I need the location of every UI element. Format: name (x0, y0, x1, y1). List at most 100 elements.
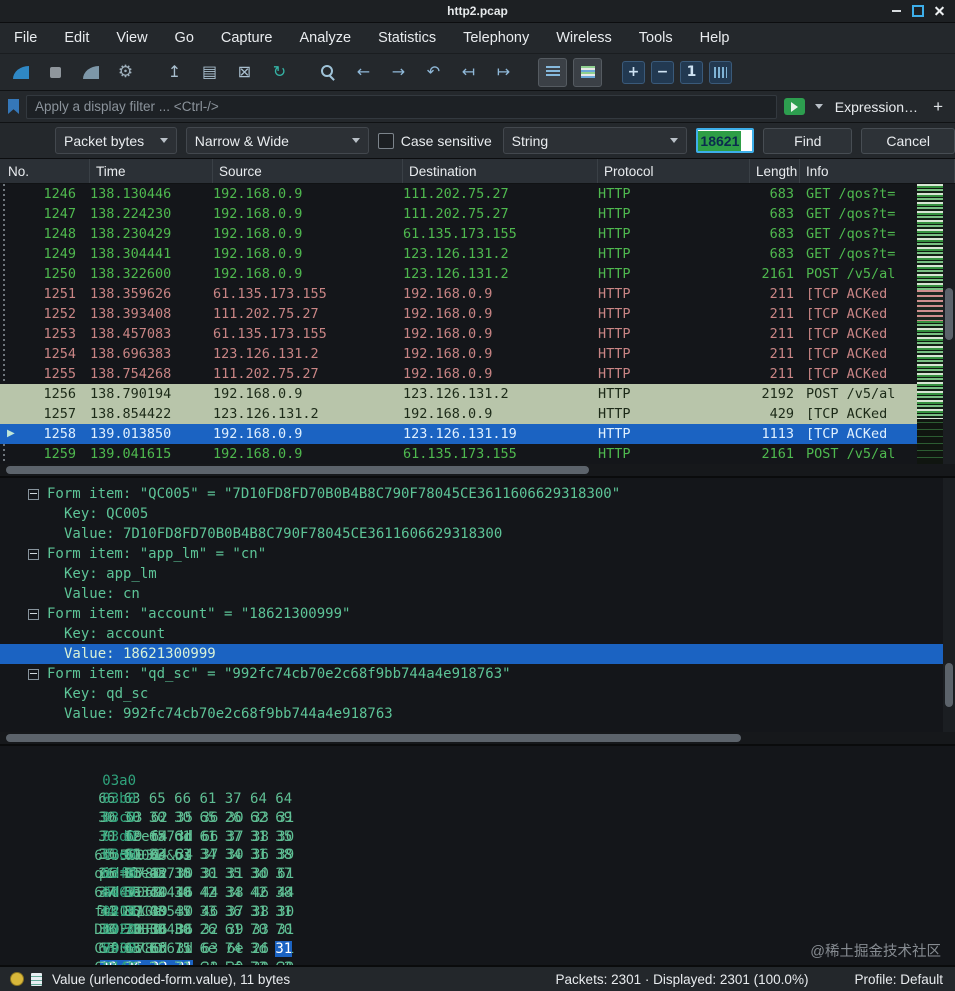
maximize-icon[interactable] (907, 2, 929, 20)
packet-row[interactable]: 1259 139.041615 192.168.0.9 61.135.173.1… (0, 444, 917, 464)
find-input[interactable]: 18621 (696, 128, 755, 153)
filter-dropdown-icon[interactable] (812, 104, 826, 109)
go-first-packet-icon[interactable]: ↤ (454, 58, 483, 87)
details-hscrollbar[interactable] (0, 732, 955, 744)
collapse-expander-icon[interactable] (28, 488, 39, 500)
go-to-packet-icon[interactable]: ↶ (419, 58, 448, 87)
column-header-protocol[interactable]: Protocol (598, 159, 750, 183)
scrollbar-handle[interactable] (6, 466, 589, 474)
collapse-expander-icon[interactable] (28, 668, 39, 680)
packet-row[interactable]: 1253 138.457083 61.135.173.155 192.168.0… (0, 324, 917, 344)
packet-list-vscrollbar[interactable] (943, 184, 955, 464)
toolbar-separator[interactable] (300, 59, 308, 86)
stop-capture-icon[interactable] (41, 58, 70, 87)
scrollbar-handle[interactable] (945, 663, 953, 707)
detail-row[interactable]: Form item: "QC005" = "7D10FD8FD70B0B4B8C… (0, 484, 955, 504)
close-file-icon[interactable]: ⊠ (230, 58, 259, 87)
detail-row[interactable]: Value: cn (0, 584, 955, 604)
column-header-source[interactable]: Source (213, 159, 403, 183)
column-header-time[interactable]: Time (90, 159, 213, 183)
open-file-icon[interactable]: ↥ (160, 58, 189, 87)
colorize-icon[interactable] (573, 57, 602, 87)
column-header-no[interactable]: No. (0, 159, 90, 183)
menu-item[interactable]: File (14, 30, 37, 46)
find-button[interactable]: Find (763, 127, 853, 154)
packet-row[interactable]: 1256 138.790194 192.168.0.9 123.126.131.… (0, 384, 917, 404)
menu-item[interactable]: Telephony (463, 30, 529, 46)
close-icon[interactable] (929, 2, 951, 20)
detail-row[interactable]: Form item: "account" = "18621300999" (0, 604, 955, 624)
toolbar-separator[interactable] (608, 59, 616, 86)
menu-item[interactable]: Go (175, 30, 194, 46)
detail-row[interactable]: Form item: "app_lm" = "cn" (0, 544, 955, 564)
packet-row[interactable]: 1247 138.224230 192.168.0.9 111.202.75.2… (0, 204, 917, 224)
save-file-icon[interactable]: ▤ (195, 58, 224, 87)
minimize-icon[interactable] (885, 2, 907, 20)
packet-row[interactable]: 1257 138.854422 123.126.131.2 192.168.0.… (0, 404, 917, 424)
start-capture-icon[interactable] (6, 58, 35, 87)
packet-row[interactable]: 1252 138.393408 111.202.75.27 192.168.0.… (0, 304, 917, 324)
collapse-expander-icon[interactable] (28, 548, 39, 560)
menu-item[interactable]: Analyze (299, 30, 351, 46)
detail-row[interactable]: Key: account (0, 624, 955, 644)
column-header-length[interactable]: Length (750, 159, 800, 183)
hex-row[interactable]: 03a0 66 63 65 66 61 37 64 64 36 63 62 35… (0, 753, 955, 864)
packet-row[interactable]: 1255 138.754268 111.202.75.27 192.168.0.… (0, 364, 917, 384)
detail-row[interactable]: Key: QC005 (0, 504, 955, 524)
capture-comment-icon[interactable] (31, 972, 42, 986)
go-last-packet-icon[interactable]: ↦ (489, 58, 518, 87)
packet-row[interactable]: 1250 138.322600 192.168.0.9 123.126.131.… (0, 264, 917, 284)
expert-info-icon[interactable] (10, 972, 24, 986)
go-forward-icon[interactable]: → (384, 58, 413, 87)
menu-item[interactable]: Capture (221, 30, 273, 46)
packet-row[interactable]: 1246 138.130446 192.168.0.9 111.202.75.2… (0, 184, 917, 204)
menu-item[interactable]: Wireless (556, 30, 612, 46)
capture-options-icon[interactable]: ⚙ (111, 58, 140, 87)
zoom-out-icon[interactable]: − (651, 60, 674, 84)
auto-scroll-icon[interactable] (538, 57, 567, 87)
packet-row[interactable]: 1251 138.359626 61.135.173.155 192.168.0… (0, 284, 917, 304)
cancel-button[interactable]: Cancel (861, 127, 955, 154)
reload-icon[interactable]: ↻ (265, 58, 294, 87)
detail-row[interactable]: Value: 992fc74cb70e2c68f9bb744a4e918763 (0, 704, 955, 724)
expression-button[interactable]: Expression… (835, 99, 918, 115)
profile-text[interactable]: Profile: Default (854, 972, 943, 987)
zoom-in-icon[interactable]: + (622, 60, 645, 84)
scrollbar-handle[interactable] (6, 734, 742, 742)
menu-item[interactable]: Statistics (378, 30, 436, 46)
find-packet-icon[interactable] (314, 58, 343, 87)
menu-item[interactable]: Tools (639, 30, 673, 46)
details-vscrollbar[interactable] (943, 478, 955, 732)
column-header-info[interactable]: Info (800, 159, 955, 183)
menu-item[interactable]: View (116, 30, 147, 46)
checkbox-icon[interactable] (377, 132, 394, 149)
go-back-icon[interactable]: ← (349, 58, 378, 87)
packet-row[interactable]: 1248 138.230429 192.168.0.9 61.135.173.1… (0, 224, 917, 244)
add-filter-button[interactable]: + (933, 97, 943, 117)
menu-item[interactable]: Edit (64, 30, 89, 46)
detail-row[interactable]: Value: 18621300999 (0, 644, 955, 664)
packet-list-hscrollbar[interactable] (0, 464, 955, 476)
packet-row[interactable]: ▶ 1258 139.013850 192.168.0.9 123.126.13… (0, 424, 917, 444)
search-type-select[interactable]: String (502, 127, 688, 154)
apply-filter-button[interactable] (783, 98, 805, 115)
detail-row[interactable]: Form item: "qd_sc" = "992fc74cb70e2c68f9… (0, 664, 955, 684)
zoom-100-icon[interactable]: 1 (680, 60, 703, 84)
detail-row[interactable]: Value: 7D10FD8FD70B0B4B8C790F78045CE3611… (0, 524, 955, 544)
detail-row[interactable]: Key: app_lm (0, 564, 955, 584)
collapse-expander-icon[interactable] (28, 608, 39, 620)
hex-row[interactable]: 03b0 30 30 30 30 65 26 62 69 71 69 64 3d… (0, 772, 955, 882)
toolbar-separator[interactable] (524, 59, 532, 86)
packet-row[interactable]: 1249 138.304441 192.168.0.9 123.126.131.… (0, 244, 917, 264)
char-width-select[interactable]: Narrow & Wide (185, 127, 369, 154)
search-in-select[interactable]: Packet bytes (55, 127, 177, 154)
packet-row[interactable]: 1254 138.696383 123.126.131.2 192.168.0.… (0, 344, 917, 364)
column-header-destination[interactable]: Destination (403, 159, 598, 183)
bookmark-icon[interactable] (8, 99, 19, 114)
scrollbar-handle[interactable] (945, 288, 953, 340)
toolbar-separator[interactable] (146, 59, 154, 86)
detail-row[interactable]: Key: qd_sc (0, 684, 955, 704)
restart-capture-icon[interactable] (76, 58, 105, 87)
display-filter-input[interactable]: Apply a display filter ... <Ctrl-/> (26, 94, 777, 119)
resize-columns-icon[interactable] (709, 60, 732, 84)
